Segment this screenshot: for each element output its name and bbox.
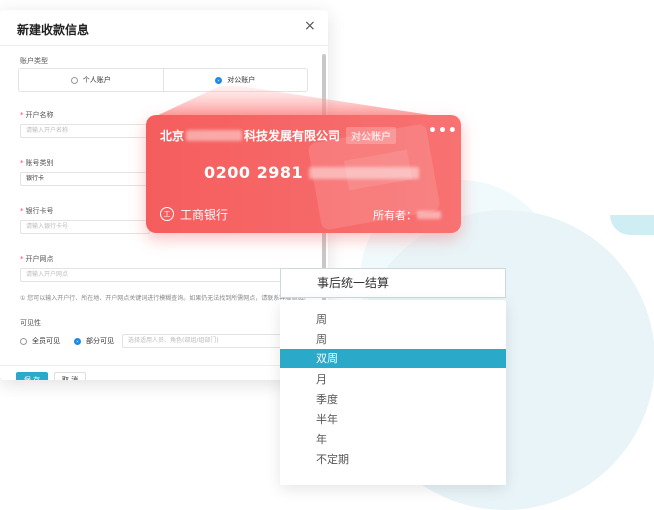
account-type-label: 账户类型 <box>20 57 48 65</box>
radio-checked-icon <box>215 76 223 84</box>
account-type-corporate[interactable]: 对公账户 <box>162 69 308 91</box>
account-type-personal-label: 个人账户 <box>82 76 111 84</box>
cancel-button[interactable]: 取 消 <box>54 372 86 380</box>
menu-item[interactable]: 周 <box>280 310 506 329</box>
visibility-select[interactable]: 选择适用人员、角色(部组/组部门) <box>122 334 282 348</box>
account-name-label: * 开户名称 <box>20 111 54 119</box>
branch-input[interactable]: 请输入开户网点 <box>20 268 282 282</box>
divider <box>0 45 328 46</box>
menu-item[interactable]: 不定期 <box>280 450 506 469</box>
visibility-options: 全员可见 部分可见 选择适用人员、角色(部组/组部门) <box>20 334 282 348</box>
bank-name: 工商银行 <box>180 208 229 222</box>
menu-item[interactable]: 周 <box>280 330 506 349</box>
save-button[interactable]: 保 存 <box>16 372 48 380</box>
account-type-personal[interactable]: 个人账户 <box>19 69 163 91</box>
account-name-input[interactable]: 请输入开户名称 <box>20 124 150 138</box>
visibility-partial-label: 部分可见 <box>86 337 114 345</box>
menu-item[interactable]: 年 <box>280 430 506 449</box>
visibility-all-radio[interactable] <box>20 337 27 345</box>
branch-hint: ① 您可以输入开户行、所在地、开户网点关键词进行模糊查询。如果仍无法找到所需网点… <box>20 295 310 302</box>
card-number-input[interactable]: 请输入银行卡号 <box>20 220 150 234</box>
account-category-select[interactable]: 银行卡 <box>20 172 150 186</box>
account-type-corporate-label: 对公账户 <box>227 76 256 84</box>
divider <box>0 365 328 366</box>
background-accent <box>610 215 654 235</box>
menu-item[interactable]: 季度 <box>280 390 506 409</box>
radio-icon <box>70 76 78 84</box>
redacted-text <box>186 130 243 141</box>
visibility-all-label: 全员可见 <box>32 337 60 345</box>
menu-item-selected[interactable]: 双周 <box>280 349 506 368</box>
close-icon[interactable]: × <box>304 18 316 34</box>
account-category-label: * 账号类别 <box>20 159 54 167</box>
card-owner: 所有者： <box>373 207 441 223</box>
menu-item[interactable]: 月 <box>280 370 506 389</box>
account-type-tag: 对公账户 <box>346 127 397 144</box>
menu-item[interactable]: 半年 <box>280 410 506 429</box>
bank-card[interactable]: 北京 科技发展有限公司 对公账户 ••• 0200 2981 工 工商银行 所有… <box>146 115 461 233</box>
redacted-text <box>417 211 441 219</box>
card-company-name: 北京 科技发展有限公司 对公账户 <box>160 127 397 144</box>
card-number: 0200 2981 <box>204 163 420 182</box>
bank-logo-icon: 工 <box>160 207 174 221</box>
settlement-select[interactable]: 事后统一结算 <box>280 268 506 298</box>
redacted-text <box>309 166 420 179</box>
visibility-partial-radio[interactable] <box>74 337 81 345</box>
more-icon[interactable]: ••• <box>428 123 458 139</box>
dialog-title: 新建收款信息 <box>17 23 90 37</box>
branch-label: * 开户网点 <box>20 255 54 263</box>
visibility-label: 可见性 <box>20 319 41 327</box>
card-number-label: * 银行卡号 <box>20 207 54 215</box>
account-type-segment: 个人账户 对公账户 <box>18 68 308 92</box>
settlement-options-menu: 周 周 双周 月 季度 半年 年 不定期 <box>280 300 506 485</box>
